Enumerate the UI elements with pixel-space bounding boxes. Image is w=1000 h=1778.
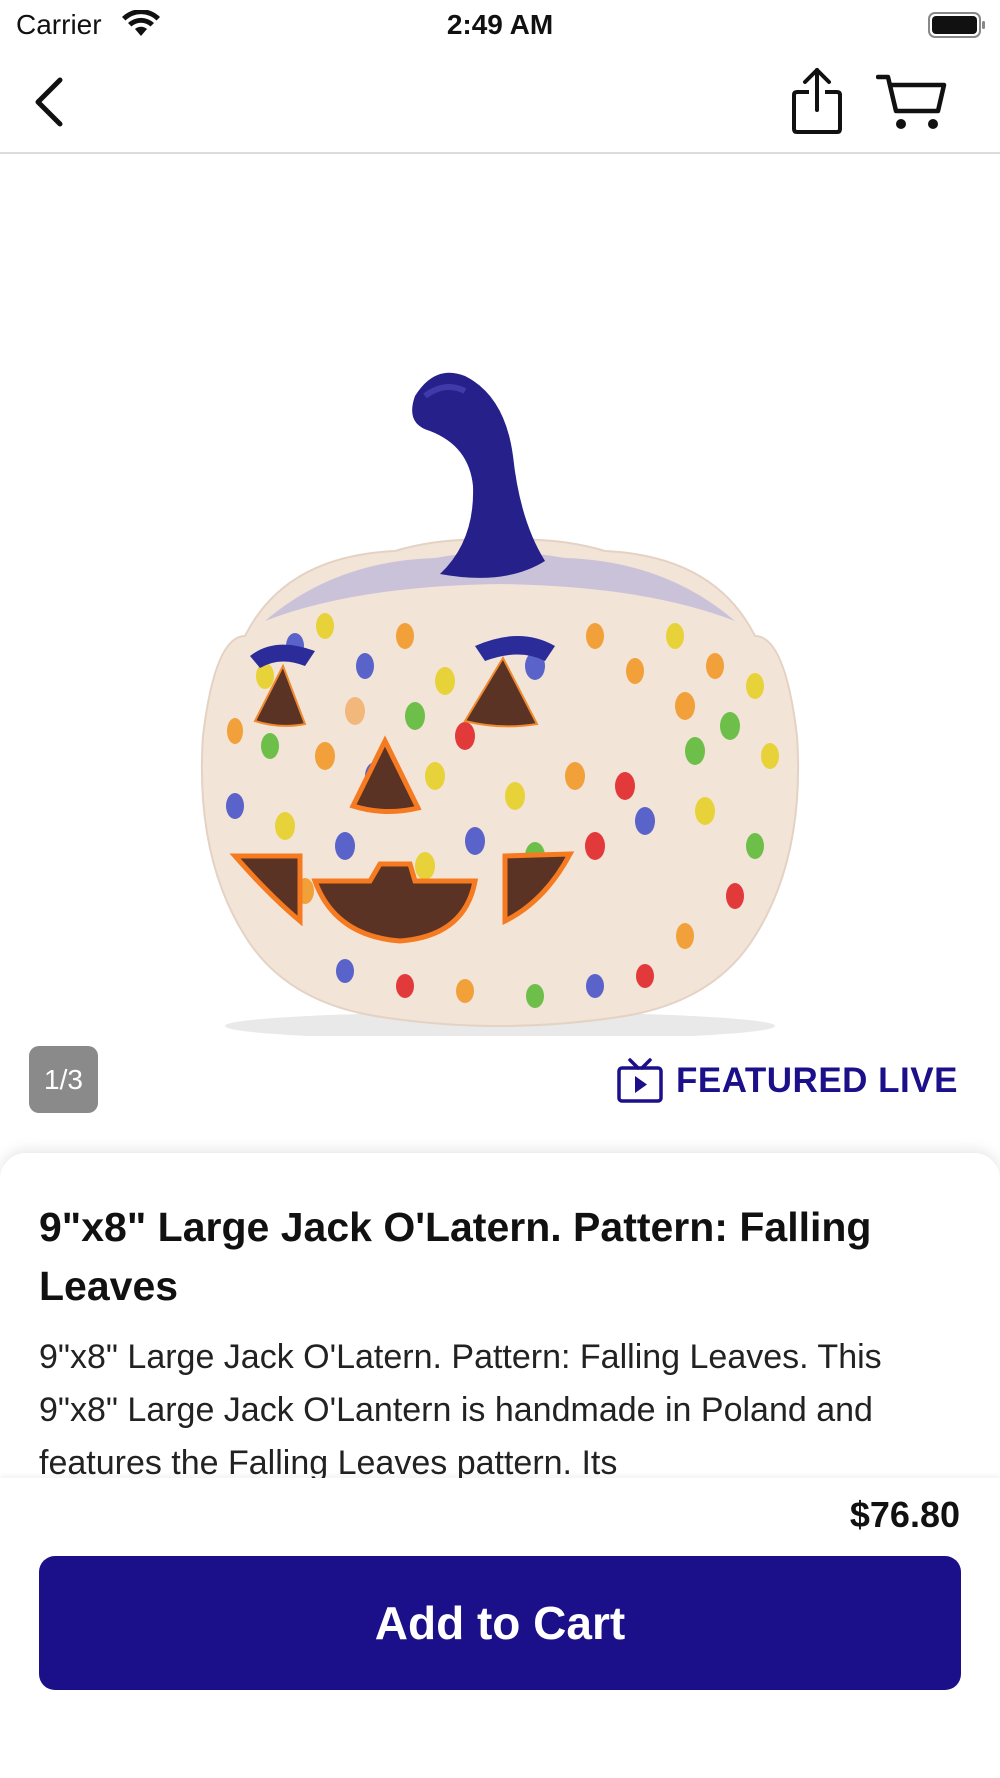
back-button[interactable] (20, 72, 80, 132)
product-image-jack-o-lantern (200, 372, 800, 1036)
share-icon (792, 68, 842, 134)
chevron-left-icon (35, 77, 63, 127)
add-to-cart-button[interactable]: Add to Cart (39, 1556, 961, 1690)
clock: 2:49 AM (446, 9, 554, 40)
product-description: 9"x8" Large Jack O'Latern. Pattern: Fall… (39, 1338, 882, 1482)
cart-button[interactable] (874, 68, 950, 136)
share-button[interactable] (784, 64, 850, 138)
product-image-gallery[interactable]: 1/3 FEATURED LIVE (0, 156, 1000, 1156)
battery-icon (928, 12, 985, 38)
nav-bar (0, 50, 1000, 154)
image-page-indicator: 1/3 (29, 1046, 98, 1113)
featured-live-label: FEATURED LIVE (676, 1061, 958, 1100)
tv-play-icon (617, 1058, 663, 1103)
purchase-bar: $76.80 Add to Cart (0, 1478, 1000, 1778)
featured-live-badge[interactable]: FEATURED LIVE (616, 1056, 958, 1106)
product-price: $76.80 (849, 1494, 960, 1535)
cart-icon (876, 74, 947, 129)
status-bar: Carrier 2:49 AM (0, 0, 1000, 50)
product-title: 9"x8" Large Jack O'Latern. Pattern: Fall… (39, 1204, 872, 1309)
